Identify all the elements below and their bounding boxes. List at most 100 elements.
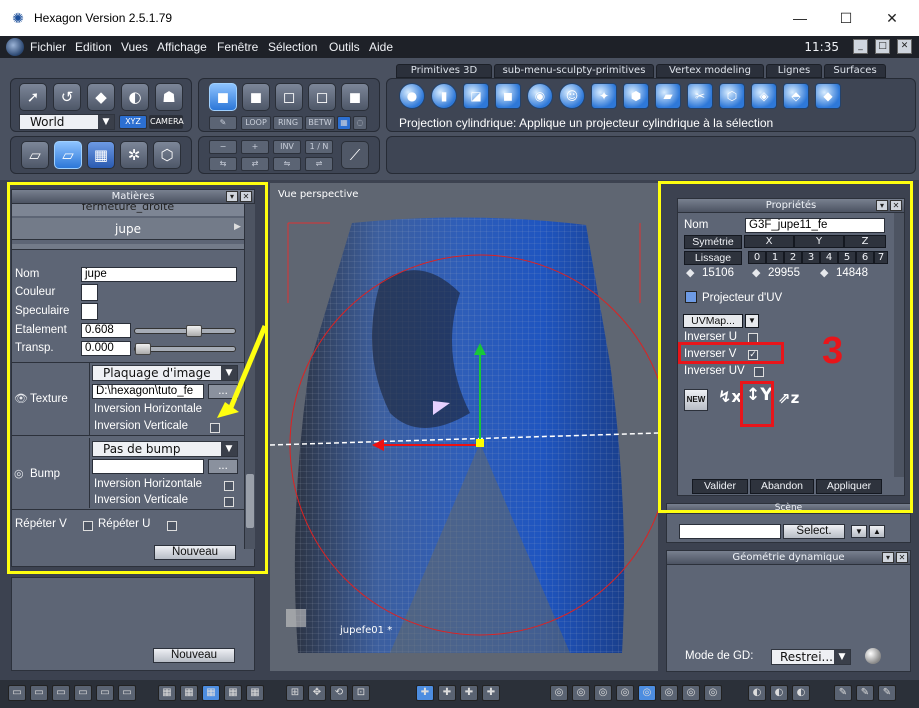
view-3-icon[interactable]: ▦: [202, 685, 220, 701]
render-6-icon[interactable]: ◎: [660, 685, 678, 701]
orbit-icon[interactable]: ⟲: [330, 685, 348, 701]
head-icon[interactable]: ☺: [559, 83, 585, 109]
xyz-button[interactable]: XYZ: [119, 115, 147, 129]
grid-toggle-icon[interactable]: ▦: [337, 116, 351, 130]
shrink-button[interactable]: −: [209, 140, 237, 154]
select-loop-icon[interactable]: ⇄: [241, 157, 269, 171]
ring-button[interactable]: RING: [273, 116, 303, 130]
gizmo-center-handle[interactable]: [476, 439, 484, 447]
betw-button[interactable]: BETW: [305, 116, 335, 130]
snap-3-icon[interactable]: ✚: [460, 685, 478, 701]
brush-select-icon[interactable]: ✎: [209, 116, 237, 130]
scene-search-field[interactable]: [679, 524, 781, 539]
snap-4-icon[interactable]: ✚: [482, 685, 500, 701]
cylinder-projector-icon[interactable]: ▮: [431, 83, 457, 109]
uv-pin-icon[interactable]: ◈: [751, 83, 777, 109]
paint-select-icon[interactable]: ◆: [87, 83, 115, 111]
render-5-icon[interactable]: ◎: [638, 685, 656, 701]
grow-button[interactable]: +: [241, 140, 269, 154]
doc-restore-icon[interactable]: □: [875, 39, 890, 54]
sphere-projector-icon[interactable]: ●: [399, 83, 425, 109]
doc-minimize-icon[interactable]: _: [853, 39, 868, 54]
view-1-icon[interactable]: ▦: [158, 685, 176, 701]
pan-icon[interactable]: ✥: [308, 685, 326, 701]
select-step-icon[interactable]: ⇌: [305, 157, 333, 171]
minimize-button[interactable]: —: [777, 4, 823, 32]
panel-collapse-icon[interactable]: ▾: [882, 552, 894, 563]
fold-icon[interactable]: ▰: [655, 83, 681, 109]
camera-button[interactable]: CAMERA: [149, 115, 184, 129]
face-mode-icon[interactable]: ◼: [242, 83, 270, 111]
render-8-icon[interactable]: ◎: [704, 685, 722, 701]
select-button[interactable]: Select.: [783, 524, 845, 539]
panel-close-icon[interactable]: ✕: [896, 552, 908, 563]
vertex-mode-icon[interactable]: ◻: [308, 83, 336, 111]
coordinate-space-dropdown[interactable]: World ▼: [19, 114, 115, 130]
snap-1-icon[interactable]: ✚: [416, 685, 434, 701]
magnet-icon[interactable]: ◐: [121, 83, 149, 111]
menu-selection[interactable]: Sélection: [268, 40, 317, 54]
tab-surfaces[interactable]: Surfaces: [824, 64, 886, 78]
move-icon[interactable]: ▱: [21, 141, 49, 169]
render-7-icon[interactable]: ◎: [682, 685, 700, 701]
star-mesh-icon[interactable]: ✦: [591, 83, 617, 109]
doc-close-icon[interactable]: ✕: [897, 39, 912, 54]
light-3-icon[interactable]: ◐: [792, 685, 810, 701]
scale-icon[interactable]: ▱: [54, 141, 82, 169]
one-n-button[interactable]: 1 / N: [305, 140, 333, 154]
menu-fichier[interactable]: Fichier: [30, 40, 66, 54]
select-between-icon[interactable]: ⇋: [273, 157, 301, 171]
menu-aide[interactable]: Aide: [369, 40, 393, 54]
view-4-icon[interactable]: ▦: [224, 685, 242, 701]
menu-vues[interactable]: Vues: [121, 40, 148, 54]
menu-edition[interactable]: Edition: [75, 40, 112, 54]
menu-outils[interactable]: Outils: [329, 40, 360, 54]
pen-icon[interactable]: ⟋: [341, 141, 369, 169]
view-2-icon[interactable]: ▦: [180, 685, 198, 701]
tool-2-icon[interactable]: ✎: [856, 685, 874, 701]
render-3-icon[interactable]: ◎: [594, 685, 612, 701]
arrow-up-icon[interactable]: ▲: [869, 525, 885, 538]
light-2-icon[interactable]: ◐: [770, 685, 788, 701]
render-2-icon[interactable]: ◎: [572, 685, 590, 701]
uv-relax-icon[interactable]: ◆: [815, 83, 841, 109]
view-5-icon[interactable]: ▦: [246, 685, 264, 701]
layout-4-icon[interactable]: ▭: [74, 685, 92, 701]
menu-affichage[interactable]: Affichage: [157, 40, 207, 54]
invert-button[interactable]: INV: [273, 140, 301, 154]
tab-primitives-3d[interactable]: Primitives 3D: [396, 64, 492, 78]
uv-weld-icon[interactable]: ⬘: [783, 83, 809, 109]
close-button[interactable]: ✕: [869, 4, 915, 32]
layout-6-icon[interactable]: ▭: [118, 685, 136, 701]
new-button-2[interactable]: Nouveau: [153, 648, 235, 663]
auto-mode-icon[interactable]: ◼: [341, 83, 369, 111]
gd-sphere-icon[interactable]: [865, 648, 881, 664]
layout-5-icon[interactable]: ▭: [96, 685, 114, 701]
select-arrow-icon[interactable]: ➚: [19, 83, 47, 111]
edge-mode-icon[interactable]: ◻: [275, 83, 303, 111]
3d-viewport[interactable]: Vue perspective jupefe01 *: [270, 183, 658, 671]
planar-projector-icon[interactable]: ◪: [463, 83, 489, 109]
unfold-icon[interactable]: ⬢: [623, 83, 649, 109]
frame-icon[interactable]: ⊡: [352, 685, 370, 701]
light-1-icon[interactable]: ◐: [748, 685, 766, 701]
maximize-button[interactable]: ☐: [823, 4, 869, 32]
menu-fenetre[interactable]: Fenêtre: [217, 40, 258, 54]
layout-1-icon[interactable]: ▭: [8, 685, 26, 701]
snap-2-icon[interactable]: ✚: [438, 685, 456, 701]
tab-lignes[interactable]: Lignes: [766, 64, 822, 78]
tool-3-icon[interactable]: ✎: [878, 685, 896, 701]
layout-3-icon[interactable]: ▭: [52, 685, 70, 701]
globe-icon[interactable]: ◉: [527, 83, 553, 109]
cut-icon[interactable]: ✂: [687, 83, 713, 109]
tab-vertex-modeling[interactable]: Vertex modeling: [656, 64, 764, 78]
mode-gd-dropdown[interactable]: Restrei... ▼: [771, 649, 851, 665]
select-ring-icon[interactable]: ⇆: [209, 157, 237, 171]
grid-plane-icon[interactable]: ▦: [87, 141, 115, 169]
arrow-down-icon[interactable]: ▼: [851, 525, 867, 538]
seam-icon[interactable]: ⬡: [719, 83, 745, 109]
render-4-icon[interactable]: ◎: [616, 685, 634, 701]
render-1-icon[interactable]: ◎: [550, 685, 568, 701]
ring-toggle-icon[interactable]: ◌: [353, 116, 367, 130]
wire-cube-icon[interactable]: ⬡: [153, 141, 181, 169]
